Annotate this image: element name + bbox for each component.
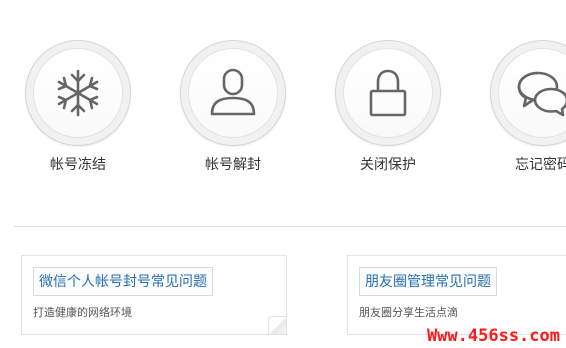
lock-icon [369,69,407,117]
service-disable-protection[interactable]: 关闭保护 [335,40,445,190]
service-label[interactable]: 关闭保护 [325,154,451,174]
faq-description: 打造健康的网络环境 [33,306,132,319]
faq-card-account-ban: 微信个人帐号封号常见问题 打造健康的网络环境 [21,255,287,335]
faq-title-link[interactable]: 朋友圈管理常见问题 [359,267,497,296]
service-label[interactable]: 忘记密码 [480,154,566,174]
faq-title-link[interactable]: 微信个人帐号封号常见问题 [33,267,213,296]
faq-description: 朋友圈分享生活点滴 [359,306,458,319]
person-icon [210,68,256,116]
service-account-unban[interactable]: 帐号解封 [180,40,290,190]
service-label[interactable]: 帐号解封 [170,154,296,174]
service-forgot-password[interactable]: 忘记密码 [490,40,566,190]
page-curl-decoration [268,316,286,334]
site-watermark: Www.456ss.com [426,326,560,346]
service-label[interactable]: 帐号冻结 [15,154,141,174]
chat-bubbles-icon [517,71,566,117]
icon-circle [25,40,131,146]
section-divider [14,226,566,227]
page: 帐号冻结 帐号解封 关闭保护 忘记密码 微信个人帐号封号常见问题 打造健康的网络… [0,0,566,348]
icon-circle [490,40,566,146]
icon-circle [180,40,286,146]
service-account-freeze[interactable]: 帐号冻结 [25,40,135,190]
snowflake-icon [57,69,99,117]
faq-card-moments: 朋友圈管理常见问题 朋友圈分享生活点滴 [347,255,566,335]
icon-circle [335,40,441,146]
